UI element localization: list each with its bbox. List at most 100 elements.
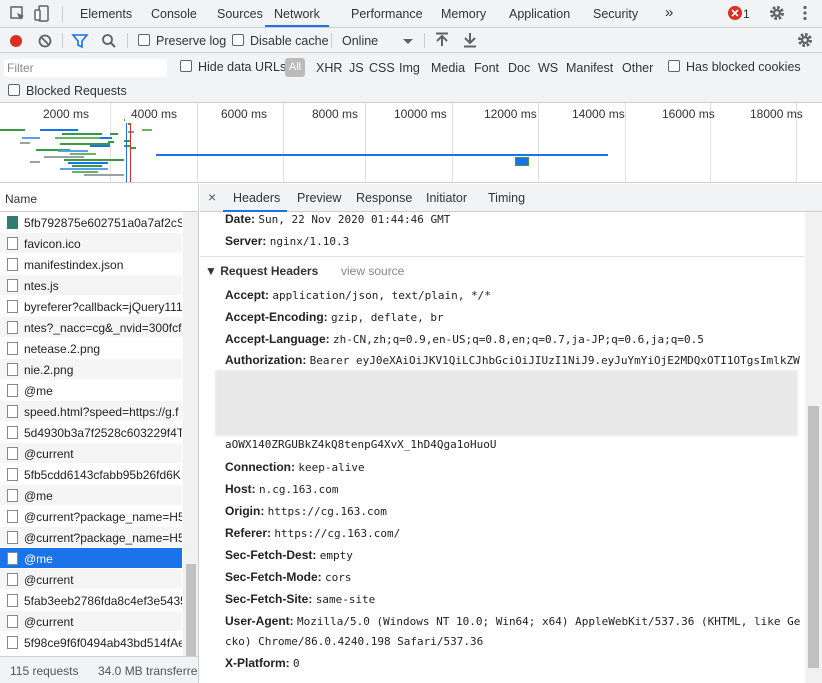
request-row[interactable]: ntes.js bbox=[0, 275, 182, 296]
detail-tab-timing[interactable]: Timing bbox=[488, 191, 525, 205]
request-row[interactable]: 5d4930b3a7f2528c603229f4T bbox=[0, 422, 182, 443]
disable-cache-checkbox[interactable] bbox=[232, 34, 244, 46]
authorization-token-tail: aOWX140ZRGUBkZ4kQ8tenpG4XvX_1hD4Qga1oHuo… bbox=[225, 438, 497, 451]
request-row[interactable]: manifestindex.json bbox=[0, 254, 182, 275]
device-toolbar-icon[interactable] bbox=[34, 5, 52, 23]
header-value: application/json, text/plain, */* bbox=[272, 289, 491, 302]
timeline-gridline bbox=[625, 103, 626, 182]
request-row[interactable]: @me bbox=[0, 380, 182, 401]
request-row[interactable]: @current bbox=[0, 611, 182, 632]
timeline-gridline bbox=[197, 103, 198, 182]
timeline-request-bar bbox=[142, 129, 152, 131]
type-filter-xhr[interactable]: XHR bbox=[316, 61, 342, 75]
devtools-tabbar: Elements Console Sources Network Perform… bbox=[0, 0, 822, 28]
dropdown-arrow-icon[interactable] bbox=[399, 32, 417, 50]
has-blocked-cookies-label[interactable]: Has blocked cookies bbox=[686, 60, 801, 74]
filter-input[interactable] bbox=[4, 59, 167, 77]
detail-tab-preview[interactable]: Preview bbox=[297, 191, 341, 205]
request-name: @current?package_name=H5 bbox=[24, 531, 182, 545]
type-filter-all[interactable]: All bbox=[285, 58, 305, 77]
type-filter-other[interactable]: Other bbox=[622, 61, 653, 75]
import-har-icon[interactable] bbox=[433, 31, 451, 49]
request-row[interactable]: @current?package_name=H5 bbox=[0, 506, 182, 527]
request-row[interactable]: speed.html?speed=https://g.f bbox=[0, 401, 182, 422]
request-row[interactable]: 5fb5cdd6143cfabb95b26fd6K bbox=[0, 464, 182, 485]
detail-tab-initiator[interactable]: Initiator bbox=[426, 191, 467, 205]
document-file-icon bbox=[7, 594, 18, 607]
request-row[interactable]: 5fab3eeb2786fda8c4ef3e5435 bbox=[0, 590, 182, 611]
request-header-authorization: Authorization: Bearer eyJ0eXAiOiJKV1QiLC… bbox=[225, 353, 805, 367]
request-row[interactable]: @current bbox=[0, 569, 182, 590]
inspect-element-icon[interactable] bbox=[9, 5, 27, 23]
request-row[interactable]: favicon.ico bbox=[0, 233, 182, 254]
tab-console[interactable]: Console bbox=[151, 0, 197, 27]
clear-icon[interactable] bbox=[36, 32, 54, 50]
error-icon[interactable] bbox=[727, 5, 743, 21]
error-count[interactable]: 1 bbox=[743, 0, 750, 27]
export-har-icon[interactable] bbox=[461, 31, 479, 49]
preserve-log-label[interactable]: Preserve log bbox=[156, 34, 226, 48]
tab-application[interactable]: Application bbox=[509, 0, 570, 27]
blocked-requests-label[interactable]: Blocked Requests bbox=[26, 84, 127, 98]
type-filter-doc[interactable]: Doc bbox=[508, 61, 530, 75]
type-filter-font[interactable]: Font bbox=[474, 61, 499, 75]
document-file-icon bbox=[7, 300, 18, 313]
request-row[interactable]: ntes?_nacc=cg&_nvid=300fcf.. bbox=[0, 317, 182, 338]
detail-tab-response[interactable]: Response bbox=[356, 191, 412, 205]
type-filter-js[interactable]: JS bbox=[349, 61, 364, 75]
toolbar-divider bbox=[424, 33, 425, 48]
header-value: Mozilla/5.0 (Windows NT 10.0; Win64; x64… bbox=[297, 615, 801, 628]
settings-gear-icon[interactable] bbox=[768, 4, 786, 22]
request-name: manifestindex.json bbox=[24, 258, 124, 272]
filter-bar: Hide data URLs All XHR JS CSS Img Media … bbox=[0, 53, 822, 103]
more-tabs-button[interactable]: » bbox=[665, 0, 673, 27]
request-row[interactable]: nie.2.png bbox=[0, 359, 182, 380]
detail-scrollbar-thumb[interactable] bbox=[808, 406, 819, 668]
toolbar-divider bbox=[62, 33, 63, 48]
type-filter-img[interactable]: Img bbox=[399, 61, 420, 75]
tab-security[interactable]: Security bbox=[593, 0, 638, 27]
more-options-icon[interactable] bbox=[796, 4, 814, 22]
request-row[interactable]: 5f98ce9f6f0494ab43bd514fAe bbox=[0, 632, 182, 653]
tab-elements[interactable]: Elements bbox=[80, 0, 132, 27]
header-key: Referer: bbox=[225, 526, 272, 540]
request-row[interactable]: @current?package_name=H5 bbox=[0, 527, 182, 548]
tab-network[interactable]: Network bbox=[265, 0, 329, 27]
record-icon[interactable] bbox=[7, 32, 25, 50]
request-row[interactable]: @me bbox=[0, 548, 182, 569]
request-headers-section-title[interactable]: ▼ Request Headers bbox=[205, 264, 318, 278]
detail-tab-headers[interactable]: Headers bbox=[233, 191, 280, 205]
has-blocked-cookies-checkbox[interactable] bbox=[668, 60, 680, 72]
type-filter-media[interactable]: Media bbox=[431, 61, 465, 75]
request-row[interactable]: byreferer?callback=jQuery111 bbox=[0, 296, 182, 317]
view-source-link[interactable]: view source bbox=[341, 264, 404, 278]
tab-memory[interactable]: Memory bbox=[441, 0, 486, 27]
blocked-requests-checkbox[interactable] bbox=[8, 84, 20, 96]
throttling-select[interactable]: Online bbox=[342, 34, 378, 48]
search-icon[interactable] bbox=[100, 32, 118, 50]
timeline-tick: 2000 ms bbox=[43, 107, 90, 121]
disable-cache-label[interactable]: Disable cache bbox=[250, 34, 329, 48]
header-key: Accept: bbox=[225, 288, 270, 302]
request-list-header[interactable]: Name bbox=[0, 184, 198, 212]
request-name: 5fab3eeb2786fda8c4ef3e5435 bbox=[24, 594, 182, 608]
preserve-log-checkbox[interactable] bbox=[138, 34, 150, 46]
tab-performance[interactable]: Performance bbox=[351, 0, 423, 27]
filter-icon[interactable] bbox=[71, 32, 89, 50]
network-settings-gear-icon[interactable] bbox=[796, 31, 814, 49]
request-name: @me bbox=[24, 489, 53, 503]
name-column-header[interactable]: Name bbox=[5, 192, 37, 206]
tab-sources[interactable]: Sources bbox=[217, 0, 263, 27]
hide-data-urls-label[interactable]: Hide data URLs bbox=[198, 60, 286, 74]
request-row[interactable]: 5fb792875e602751a0a7af2cSl bbox=[0, 212, 182, 233]
type-filter-manifest[interactable]: Manifest bbox=[566, 61, 613, 75]
type-filter-css[interactable]: CSS bbox=[369, 61, 395, 75]
type-filter-ws[interactable]: WS bbox=[538, 61, 558, 75]
close-detail-icon[interactable]: × bbox=[208, 189, 216, 205]
request-row[interactable]: @me bbox=[0, 485, 182, 506]
request-list-scrollbar-thumb[interactable] bbox=[186, 564, 196, 656]
request-row[interactable]: @current bbox=[0, 443, 182, 464]
request-row[interactable]: netease.2.png bbox=[0, 338, 182, 359]
hide-data-urls-checkbox[interactable] bbox=[180, 60, 192, 72]
network-overview-timeline[interactable]: 2000 ms 4000 ms 6000 ms 8000 ms 10000 ms… bbox=[0, 103, 822, 183]
